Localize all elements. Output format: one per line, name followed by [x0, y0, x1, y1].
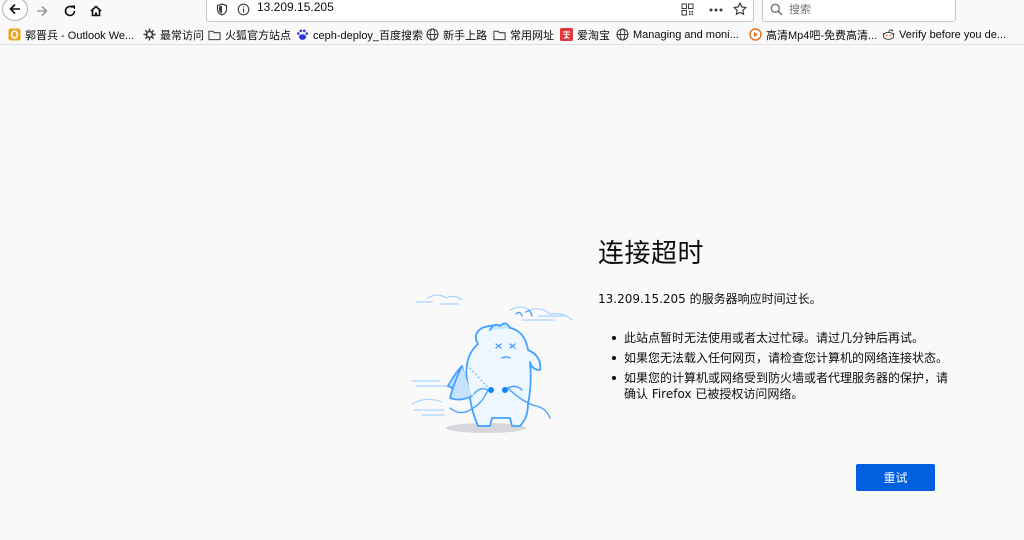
home-icon: [90, 5, 102, 17]
page-actions-icon[interactable]: [709, 8, 723, 12]
bookmark-star-icon[interactable]: [733, 2, 747, 16]
bookmark-item[interactable]: 爱淘宝: [560, 26, 610, 43]
error-title: 连接超时: [598, 239, 705, 269]
baidu-paw-icon: [296, 28, 309, 41]
list-item: 如果您无法载入任何网页，请检查您计算机的网络连接状态。: [598, 350, 958, 366]
home-button[interactable]: [84, 0, 108, 22]
list-item: 如果您的计算机或网络受到防火墙或者代理服务器的保护，请确认 Firefox 已被…: [598, 370, 958, 402]
error-illustration: [411, 294, 573, 433]
bookmark-item[interactable]: Verify before you de...: [882, 26, 1006, 43]
globe-icon: [616, 28, 629, 41]
back-arrow-icon: [9, 3, 20, 15]
qr-code-icon[interactable]: [681, 3, 694, 16]
info-icon[interactable]: [237, 3, 250, 16]
reload-button[interactable]: [58, 0, 82, 22]
shield-icon[interactable]: [216, 3, 228, 16]
folder-icon: [208, 28, 221, 41]
outlook-icon: [8, 28, 21, 41]
reload-icon: [64, 5, 76, 17]
reddit-icon: [882, 28, 895, 41]
bookmark-item[interactable]: ceph-deploy_百度搜索: [296, 26, 423, 43]
play-icon: [749, 28, 762, 41]
bookmark-item[interactable]: 新手上路: [426, 26, 487, 43]
search-bar[interactable]: 搜索: [762, 0, 956, 22]
forward-arrow-icon: [37, 5, 48, 17]
bookmark-item[interactable]: 常用网址: [493, 26, 554, 43]
search-icon: [770, 3, 783, 16]
globe-icon: [426, 28, 439, 41]
folder-icon: [493, 28, 506, 41]
bookmark-item[interactable]: 火狐官方站点: [208, 26, 291, 43]
forward-button[interactable]: [30, 0, 54, 22]
error-description: 13.209.15.205 的服务器响应时间过长。: [598, 292, 822, 306]
gear-icon: [143, 28, 156, 41]
bookmark-item[interactable]: 郭晋兵 - Outlook We...: [8, 26, 134, 43]
nav-toolbar: 13.209.15.205 搜索: [0, 0, 1024, 22]
retry-button[interactable]: 重试: [856, 464, 935, 491]
list-item: 此站点暂时无法使用或者太过忙碌。请过几分钟后再试。: [598, 330, 958, 346]
url-bar[interactable]: 13.209.15.205: [206, 0, 754, 22]
error-suggestions: 此站点暂时无法使用或者太过忙碌。请过几分钟后再试。 如果您无法载入任何网页，请检…: [598, 330, 958, 406]
bookmark-item[interactable]: 最常访问: [143, 26, 204, 43]
bookmarks-toolbar: 郭晋兵 - Outlook We... 最常访问 火狐官方站点 ceph-dep…: [0, 24, 1024, 45]
search-placeholder: 搜索: [789, 3, 811, 16]
bookmark-item[interactable]: Managing and moni...: [616, 26, 739, 43]
bookmark-item[interactable]: 高清Mp4吧-免费高清...: [749, 26, 877, 43]
url-text[interactable]: 13.209.15.205: [257, 0, 334, 14]
back-button[interactable]: [2, 0, 28, 21]
taobao-icon: [560, 28, 573, 41]
